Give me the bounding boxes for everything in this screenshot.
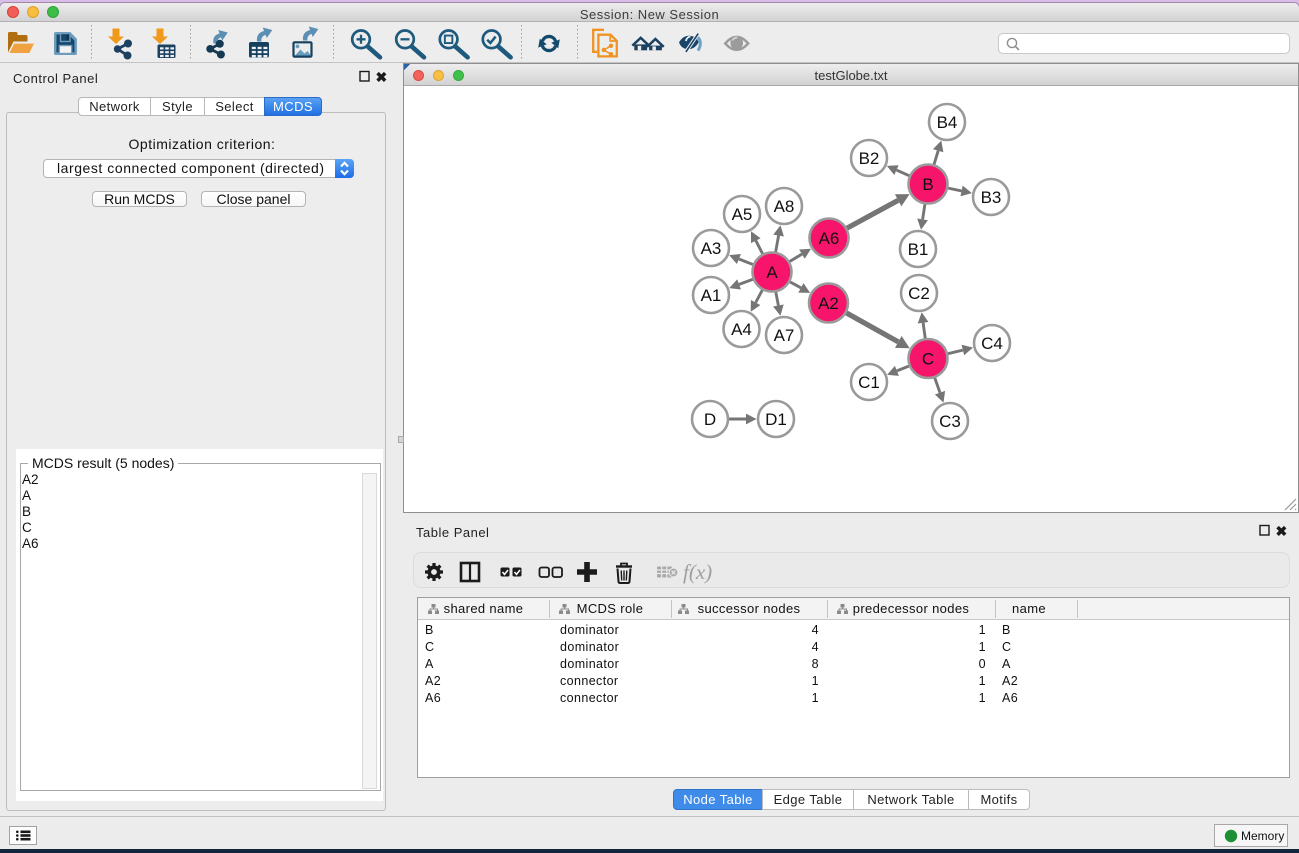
svg-text:A7: A7 <box>774 326 795 345</box>
svg-text:A4: A4 <box>731 320 752 339</box>
svg-text:C3: C3 <box>939 412 961 431</box>
svg-text:C2: C2 <box>908 284 930 303</box>
svg-text:A8: A8 <box>774 197 795 216</box>
svg-text:C1: C1 <box>858 373 880 392</box>
svg-text:B1: B1 <box>908 240 929 259</box>
svg-text:A2: A2 <box>818 294 839 313</box>
svg-text:✖: ✖ <box>376 70 388 84</box>
svg-text:D: D <box>704 410 716 429</box>
svg-text:A6: A6 <box>819 229 840 248</box>
svg-text:A: A <box>766 263 778 282</box>
svg-text:A1: A1 <box>701 286 722 305</box>
svg-text:D1: D1 <box>765 410 787 429</box>
svg-text:A3: A3 <box>701 239 722 258</box>
svg-text:B4: B4 <box>937 113 958 132</box>
svg-text:A5: A5 <box>732 205 753 224</box>
svg-text:C4: C4 <box>981 334 1003 353</box>
svg-text:f(x): f(x) <box>683 560 712 584</box>
svg-text:B2: B2 <box>859 149 880 168</box>
svg-text:B: B <box>922 175 933 194</box>
svg-text:B3: B3 <box>981 188 1002 207</box>
svg-text:C: C <box>922 350 934 369</box>
svg-text:✖: ✖ <box>1276 524 1288 538</box>
